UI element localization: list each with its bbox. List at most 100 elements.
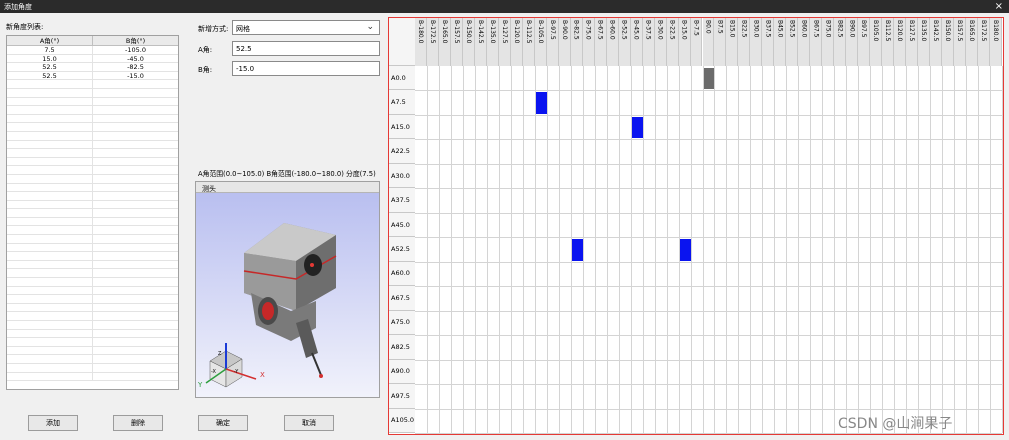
table-row[interactable] <box>7 80 178 89</box>
grid-row-header[interactable]: A97.5 <box>389 384 415 409</box>
grid-column-header[interactable]: B172.5 <box>978 18 990 66</box>
grid-column-header[interactable]: B-60.0 <box>606 18 619 66</box>
grid-column-header[interactable]: B142.5 <box>930 18 943 66</box>
grid-column-header[interactable]: B-45.0 <box>630 18 643 66</box>
table-row[interactable] <box>7 149 178 158</box>
table-row[interactable] <box>7 200 178 210</box>
grid-column-header[interactable]: B-37.5 <box>642 18 655 66</box>
table-row[interactable] <box>7 346 178 356</box>
grid-row-header[interactable]: A22.5 <box>389 139 415 164</box>
table-row[interactable] <box>7 329 178 339</box>
grid-column-header[interactable]: B105.0 <box>870 18 883 66</box>
delete-button[interactable]: 删除 <box>113 415 163 431</box>
angle-list-table[interactable]: A角(°) B角(°) 7.5 -105.0 15.0 -45.0 52.5 -82.5 5… <box>6 35 179 390</box>
grid-cell-selected[interactable] <box>535 92 547 114</box>
close-icon[interactable]: × <box>995 0 1003 13</box>
table-row[interactable] <box>7 338 178 347</box>
grid-column-header[interactable]: B-157.5 <box>450 18 463 66</box>
grid-cell-selected[interactable] <box>571 239 583 261</box>
mode-select[interactable]: 网格 ⌄ <box>232 20 380 35</box>
grid-column-header[interactable]: B120.0 <box>894 18 907 66</box>
table-row[interactable] <box>7 321 178 330</box>
grid-column-header[interactable]: B67.5 <box>810 18 823 66</box>
table-row[interactable] <box>7 97 178 107</box>
grid-column-header[interactable]: B-172.5 <box>426 18 439 66</box>
grid-column-header[interactable]: B-165.0 <box>438 18 451 66</box>
grid-row-header[interactable]: A30.0 <box>389 163 415 189</box>
grid-column-header[interactable]: B37.5 <box>762 18 775 66</box>
grid-row-header[interactable]: A60.0 <box>389 261 415 287</box>
grid-row-header[interactable]: A52.5 <box>389 237 415 262</box>
table-row[interactable] <box>7 209 178 218</box>
table-row[interactable] <box>7 235 178 244</box>
grid-column-header[interactable]: B15.0 <box>726 18 739 66</box>
table-row[interactable] <box>7 312 178 321</box>
grid-column-header[interactable]: B7.5 <box>714 18 727 66</box>
grid-column-header[interactable]: B-15.0 <box>678 18 691 66</box>
grid-row-header[interactable]: A67.5 <box>389 286 415 311</box>
grid-column-header[interactable]: B30.0 <box>750 18 763 66</box>
table-row[interactable] <box>7 131 178 141</box>
b-angle-input[interactable]: -15.0 <box>232 61 380 76</box>
grid-row-header[interactable]: A90.0 <box>389 359 415 385</box>
table-row[interactable]: 15.0 -45.0 <box>7 54 178 64</box>
grid-cell-selected[interactable] <box>631 116 643 139</box>
grid-column-header[interactable]: B-127.5 <box>498 18 511 66</box>
grid-column-header[interactable]: B-7.5 <box>690 18 703 66</box>
grid-column-header[interactable]: B-97.5 <box>546 18 559 66</box>
table-row[interactable] <box>7 355 178 364</box>
grid-column-header[interactable]: B-142.5 <box>474 18 487 66</box>
grid-column-header[interactable]: B-120.0 <box>510 18 523 66</box>
grid-column-header[interactable]: B97.5 <box>858 18 871 66</box>
grid-column-header[interactable]: B-135.0 <box>486 18 499 66</box>
table-row[interactable] <box>7 372 178 382</box>
table-row[interactable] <box>7 295 178 304</box>
grid-column-header[interactable]: B52.5 <box>786 18 799 66</box>
grid-column-header[interactable]: B-112.5 <box>522 18 535 66</box>
grid-column-header[interactable]: B157.5 <box>954 18 967 66</box>
grid-column-header[interactable]: B-180.0 <box>415 18 427 66</box>
table-row[interactable] <box>7 192 178 201</box>
table-row[interactable] <box>7 278 178 287</box>
grid-column-header[interactable]: B0.0 <box>702 18 715 66</box>
table-row[interactable] <box>7 363 178 373</box>
grid-column-header[interactable]: B-90.0 <box>558 18 571 66</box>
grid-row-header[interactable]: A82.5 <box>389 335 415 360</box>
table-row[interactable]: 52.5 -15.0 <box>7 71 178 81</box>
grid-row-header[interactable]: A15.0 <box>389 114 415 140</box>
table-row[interactable] <box>7 166 178 175</box>
grid-column-header[interactable]: B82.5 <box>834 18 847 66</box>
table-row[interactable] <box>7 88 178 98</box>
grid-column-header[interactable]: B-150.0 <box>462 18 475 66</box>
table-row[interactable] <box>7 303 178 313</box>
grid-row-header[interactable]: A37.5 <box>389 188 415 213</box>
table-row[interactable] <box>7 260 178 270</box>
table-row[interactable] <box>7 269 178 279</box>
table-row[interactable] <box>7 174 178 184</box>
grid-column-header[interactable]: B127.5 <box>906 18 919 66</box>
table-row[interactable] <box>7 252 178 261</box>
table-row[interactable] <box>7 114 178 124</box>
probe-viewport[interactable]: X Y Z -X -Y <box>196 193 379 397</box>
ok-button[interactable]: 确定 <box>198 415 248 431</box>
grid-column-header[interactable]: B-75.0 <box>582 18 595 66</box>
table-row[interactable] <box>7 226 178 236</box>
grid-column-header[interactable]: B135.0 <box>918 18 931 66</box>
grid-column-header[interactable]: B-67.5 <box>594 18 607 66</box>
table-row[interactable] <box>7 106 178 115</box>
table-row[interactable] <box>7 123 178 132</box>
table-row[interactable] <box>7 157 178 167</box>
grid-row-header[interactable]: A0.0 <box>389 66 415 91</box>
table-row[interactable] <box>7 243 178 253</box>
grid-row-header[interactable]: A45.0 <box>389 212 415 238</box>
a-angle-input[interactable]: 52.5 <box>232 41 380 56</box>
cancel-button[interactable]: 取消 <box>284 415 334 431</box>
grid-column-header[interactable]: B-82.5 <box>570 18 583 66</box>
grid-cell-existing[interactable] <box>703 68 715 90</box>
grid-column-header[interactable]: B75.0 <box>822 18 835 66</box>
table-row[interactable]: 7.5 -105.0 <box>7 46 178 55</box>
table-row[interactable] <box>7 217 178 227</box>
grid-column-header[interactable]: B60.0 <box>798 18 811 66</box>
grid-column-header[interactable]: B-30.0 <box>654 18 667 66</box>
grid-row-header[interactable]: A75.0 <box>389 310 415 336</box>
